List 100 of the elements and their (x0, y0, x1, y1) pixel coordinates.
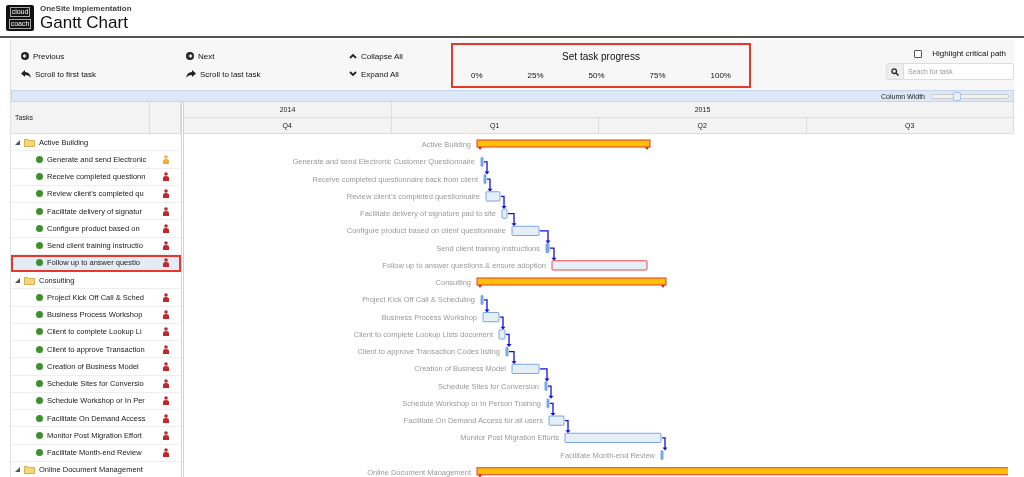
curved-left-arrow-icon (21, 70, 31, 78)
dependency-arrow (507, 213, 517, 227)
person-icon (162, 258, 169, 268)
previous-button[interactable]: Previous (21, 49, 176, 63)
summary-bar[interactable] (476, 139, 651, 150)
column-width-slider[interactable] (931, 93, 1009, 99)
expand-toggle-icon[interactable] (15, 277, 20, 283)
dependency-arrow (483, 161, 490, 175)
task-bar[interactable] (660, 450, 664, 461)
status-dot (36, 414, 43, 422)
person-icon (162, 206, 169, 216)
status-dot (36, 224, 43, 232)
summary-bar[interactable] (476, 467, 1008, 477)
task-bar[interactable] (511, 363, 540, 374)
task-bar[interactable] (480, 294, 484, 305)
right-circle-arrow-icon (186, 52, 194, 60)
dependency-arrow (549, 402, 556, 416)
person-icon (162, 396, 169, 406)
person-icon (162, 172, 169, 182)
progress-title: Set task progress (562, 51, 640, 62)
progress-step[interactable]: 50% (588, 71, 605, 80)
task-bar[interactable] (483, 174, 487, 185)
status-dot (36, 259, 43, 267)
curved-right-arrow-icon (186, 70, 196, 78)
status-dot (36, 293, 43, 301)
person-icon (162, 241, 169, 251)
person-icon (162, 327, 169, 337)
task-bar[interactable] (548, 415, 565, 426)
checkbox[interactable] (914, 49, 923, 58)
status-dot (36, 362, 43, 370)
status-dot (36, 173, 43, 181)
progress-step[interactable]: 25% (527, 71, 544, 80)
person-icon (162, 379, 169, 389)
critical-path-checkbox[interactable]: Highlight critical path (914, 49, 1014, 58)
person-icon (162, 430, 169, 440)
scroll-last-button[interactable]: Scroll to last task (186, 67, 341, 81)
chevron-down-icon (349, 71, 357, 77)
dependency-arrow (499, 316, 506, 330)
person-icon (162, 310, 169, 320)
folder-icon (24, 465, 35, 475)
status-dot (36, 449, 43, 457)
collapse-all-button[interactable]: Collapse All (349, 49, 451, 63)
task-bar[interactable] (505, 346, 509, 357)
task-bar[interactable] (546, 398, 550, 409)
person-icon (162, 223, 169, 233)
task-bar[interactable] (551, 260, 648, 271)
progress-step[interactable]: 0% (471, 71, 483, 80)
dependency-arrow (547, 385, 554, 399)
status-dot (36, 431, 43, 439)
dependency-arrow (500, 195, 507, 209)
search-icon (891, 67, 899, 76)
person-icon (162, 448, 169, 458)
person-icon (162, 344, 169, 354)
task-bar[interactable] (498, 329, 506, 340)
chevron-up-icon (349, 53, 357, 59)
task-bar[interactable] (485, 191, 501, 202)
progress-step[interactable]: 75% (649, 71, 666, 80)
folder-icon (24, 137, 35, 147)
dependency-arrow (483, 299, 490, 313)
task-bar[interactable] (511, 225, 540, 236)
next-button[interactable]: Next (186, 49, 341, 63)
person-icon (162, 361, 169, 371)
person-icon (162, 189, 169, 199)
dependency-arrow (564, 420, 571, 434)
task-bar[interactable] (482, 312, 500, 323)
status-dot (36, 155, 43, 163)
status-dot (36, 380, 43, 388)
status-dot (36, 311, 43, 319)
task-bar[interactable] (564, 432, 662, 443)
task-bar[interactable] (545, 243, 550, 254)
person-icon (162, 413, 169, 423)
dependency-arrow (508, 351, 517, 365)
status-dot (36, 397, 43, 405)
progress-step[interactable]: 100% (710, 71, 731, 80)
person-icon (162, 292, 169, 302)
scroll-first-button[interactable]: Scroll to first task (21, 67, 176, 81)
task-bar[interactable] (480, 156, 484, 167)
expand-all-button[interactable]: Expand All (349, 67, 451, 81)
person-icon (162, 154, 169, 164)
dependency-arrow (486, 178, 493, 192)
expand-toggle-icon[interactable] (15, 139, 20, 145)
app-subtitle: OneSite Implementation (40, 4, 132, 13)
summary-bar[interactable] (476, 277, 667, 288)
expand-toggle-icon[interactable] (15, 467, 20, 473)
dependency-arrow (539, 368, 550, 382)
status-dot (36, 207, 43, 215)
status-dot (36, 328, 43, 336)
left-circle-arrow-icon (21, 52, 29, 60)
status-dot (36, 190, 43, 198)
task-bar[interactable] (544, 381, 548, 392)
dependency-arrow (549, 247, 557, 261)
search-button[interactable] (886, 63, 904, 80)
folder-icon (24, 275, 35, 285)
status-dot (36, 345, 43, 353)
slider-thumb[interactable] (953, 91, 962, 101)
task-bar[interactable] (501, 208, 508, 219)
dependency-arrow (661, 437, 668, 451)
dependency-arrow (505, 333, 512, 347)
status-dot (36, 242, 43, 250)
dependency-arrow (539, 230, 551, 244)
